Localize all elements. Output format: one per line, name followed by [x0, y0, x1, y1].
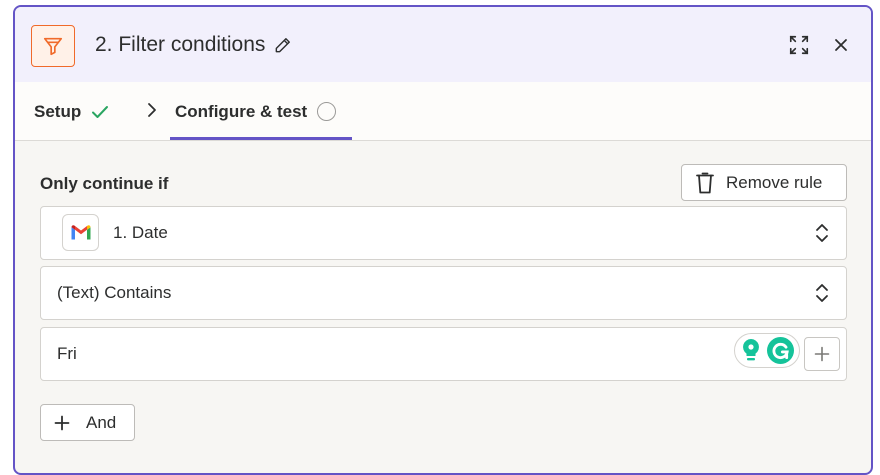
grammarly-widget: [734, 333, 800, 368]
expand-icon: [789, 35, 809, 55]
value-input-text: Fri: [57, 344, 77, 363]
step-tabs: Setup Configure & test: [15, 82, 871, 141]
plus-icon: [814, 346, 830, 362]
tab-label: Configure & test: [175, 101, 308, 121]
chevron-up-down-icon: [816, 224, 828, 242]
pencil-icon[interactable]: [273, 35, 293, 55]
remove-rule-label: Remove rule: [726, 172, 823, 192]
tab-configure-test[interactable]: Configure & test: [175, 82, 337, 141]
grammarly-icon[interactable]: [767, 337, 795, 364]
step-title-text: 2. Filter conditions: [95, 33, 266, 56]
close-icon: [835, 39, 847, 51]
filter-icon: [31, 25, 75, 67]
expand-button[interactable]: [786, 32, 812, 58]
and-button[interactable]: And: [40, 404, 135, 441]
insert-data-button[interactable]: [804, 337, 840, 371]
plus-icon: [54, 415, 70, 430]
and-label: And: [86, 412, 117, 432]
date-field-value: 1. Date: [113, 223, 168, 242]
close-button[interactable]: [828, 32, 854, 58]
condition-select[interactable]: (Text) Contains: [40, 266, 847, 320]
step-title[interactable]: 2. Filter conditions: [95, 33, 293, 57]
value-input[interactable]: Fri: [40, 327, 847, 381]
tab-setup[interactable]: Setup: [34, 82, 109, 141]
chevron-up-down-icon: [816, 284, 828, 302]
remove-rule-button[interactable]: Remove rule: [681, 164, 847, 201]
active-tab-indicator: [170, 137, 352, 140]
check-icon: [92, 105, 109, 118]
tab-label: Setup: [34, 101, 82, 121]
condition-value: (Text) Contains: [57, 283, 172, 302]
chevron-right-icon: [148, 103, 156, 117]
lightbulb-icon[interactable]: [740, 337, 762, 364]
step-header: 2. Filter conditions: [15, 7, 871, 82]
trash-icon: [696, 172, 714, 193]
filter-step-panel: 2. Filter conditions Setup Configure & t…: [13, 5, 873, 475]
section-title: Only continue if: [40, 174, 169, 193]
gmail-icon: [62, 214, 99, 251]
date-field-select[interactable]: 1. Date: [40, 206, 847, 260]
circle-icon: [317, 102, 337, 121]
